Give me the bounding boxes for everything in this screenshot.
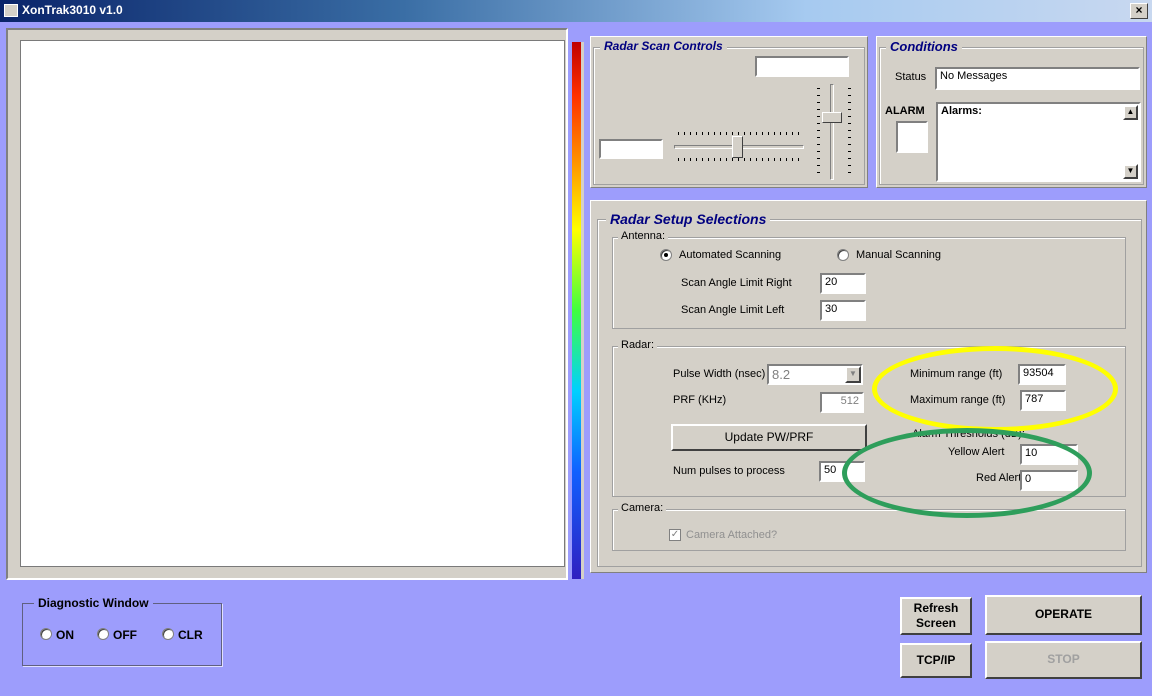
checkmark-icon: ✓ <box>670 529 680 540</box>
angle-left-field[interactable]: 30 <box>820 300 866 321</box>
pulse-width-dropdown[interactable]: ▼ <box>845 366 861 383</box>
tcpip-button[interactable]: TCP/IP <box>900 643 972 678</box>
max-range-field[interactable]: 787 <box>1020 390 1066 411</box>
num-pulses-label: Num pulses to process <box>673 465 785 477</box>
vertical-slider-thumb[interactable] <box>822 112 842 123</box>
camera-attached-checkbox[interactable]: ✓ <box>669 529 681 541</box>
auto-scan-radio[interactable] <box>660 249 672 261</box>
vertical-slider-ticks-left <box>817 88 820 176</box>
diag-clr-radio[interactable] <box>162 628 174 640</box>
title-bar[interactable] <box>0 0 1152 22</box>
alarms-scroll-down[interactable]: ▼ <box>1123 164 1138 179</box>
yellow-alert-field[interactable]: 10 <box>1020 444 1078 465</box>
operate-button[interactable]: OPERATE <box>985 595 1142 635</box>
camera-legend: Camera: <box>618 502 667 514</box>
status-field[interactable]: No Messages <box>935 67 1140 90</box>
pulse-width-label: Pulse Width (nsec) <box>673 368 766 380</box>
red-alert-field[interactable]: 0 <box>1020 470 1078 491</box>
refresh-label-line1: Refresh <box>913 601 959 615</box>
scan-controls-title: Radar Scan Controls <box>600 39 727 53</box>
angle-right-label: Scan Angle Limit Right <box>681 277 792 289</box>
color-scale-edge <box>581 42 584 579</box>
arrow-up-icon: ▲ <box>1126 107 1135 116</box>
close-button[interactable]: × <box>1130 3 1148 19</box>
diag-on-radio[interactable] <box>40 628 52 640</box>
num-pulses-field[interactable]: 50 <box>819 461 865 482</box>
setup-title: Radar Setup Selections <box>606 211 771 227</box>
max-range-label: Maximum range (ft) <box>910 394 1006 406</box>
refresh-label-line2: Screen <box>915 616 957 630</box>
color-scale-bar <box>572 42 581 579</box>
prf-field[interactable]: 512 <box>820 392 864 413</box>
red-alert-label: Red Alert <box>976 472 1022 484</box>
alarms-text: Alarms: <box>941 105 982 117</box>
stop-button[interactable]: STOP <box>985 641 1142 679</box>
refresh-screen-button[interactable]: Refresh Screen <box>900 597 972 635</box>
window-title: XonTrak3010 v1.0 <box>22 3 123 17</box>
angle-left-label: Scan Angle Limit Left <box>681 304 785 316</box>
radar-display[interactable] <box>20 40 565 567</box>
horizontal-slider-thumb[interactable] <box>732 136 743 158</box>
alarms-list[interactable]: Alarms: <box>936 102 1141 182</box>
alarm-indicator <box>896 121 928 153</box>
vertical-slider-ticks-right <box>848 88 851 176</box>
chevron-down-icon: ▼ <box>849 369 857 378</box>
min-range-label: Minimum range (ft) <box>910 368 1003 380</box>
alarms-scroll-up[interactable]: ▲ <box>1123 105 1138 120</box>
app-window-icon[interactable] <box>4 4 18 17</box>
prf-label: PRF (KHz) <box>673 394 727 406</box>
camera-attached-label: Camera Attached? <box>686 529 778 541</box>
status-label: Status <box>895 71 927 83</box>
vertical-slider-track[interactable] <box>830 84 834 180</box>
horizontal-slider-ticks-bottom <box>678 158 800 161</box>
alarm-thresholds-label: Alarm Thresholds (dB): <box>912 428 1025 440</box>
auto-scan-label: Automated Scanning <box>679 249 782 261</box>
update-pw-prf-button[interactable]: Update PW/PRF <box>671 424 867 451</box>
angle-right-field[interactable]: 20 <box>820 273 866 294</box>
radar-legend: Radar: <box>618 339 658 351</box>
arrow-down-icon: ▼ <box>1126 166 1135 175</box>
diag-off-radio[interactable] <box>97 628 109 640</box>
conditions-title: Conditions <box>886 39 962 54</box>
diagnostic-title: Diagnostic Window <box>34 596 153 610</box>
alarm-label: ALARM <box>885 105 925 117</box>
manual-scan-radio[interactable] <box>837 249 849 261</box>
yellow-alert-label: Yellow Alert <box>948 446 1005 458</box>
horizontal-slider-ticks-top <box>678 132 800 135</box>
min-range-field[interactable]: 93504 <box>1018 364 1066 385</box>
scan-left-field[interactable] <box>599 139 663 159</box>
antenna-legend: Antenna: <box>618 230 669 242</box>
diag-on-label: ON <box>56 628 74 642</box>
diag-clr-label: CLR <box>178 628 203 642</box>
diag-off-label: OFF <box>113 628 137 642</box>
manual-scan-label: Manual Scanning <box>856 249 942 261</box>
scan-top-field[interactable] <box>755 56 849 77</box>
